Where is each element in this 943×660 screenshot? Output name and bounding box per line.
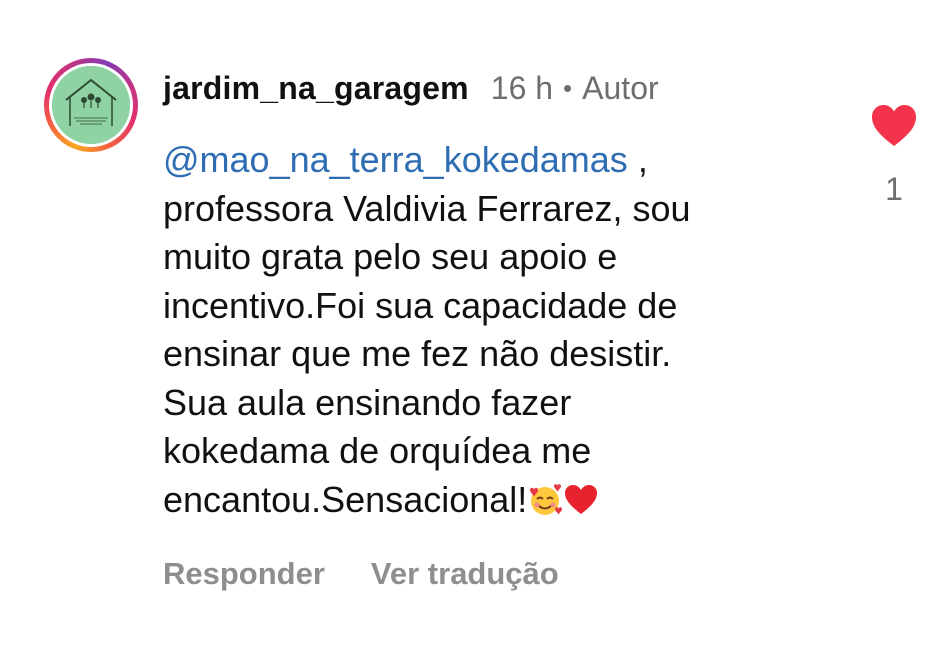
username[interactable]: jardim_na_garagem xyxy=(163,70,469,107)
red-heart-emoji-icon xyxy=(563,482,599,531)
see-translation-button[interactable]: Ver tradução xyxy=(371,556,559,592)
comment-text: @mao_na_terra_kokedamas , professora Val… xyxy=(163,136,803,530)
comment-line: ensinar que me fez não desistir. xyxy=(163,333,672,374)
smiling-face-with-hearts-emoji-icon xyxy=(527,482,563,531)
comment-line: Sua aula ensinando fazer xyxy=(163,381,572,423)
reply-button[interactable]: Responder xyxy=(163,556,325,592)
separator-dot: • xyxy=(563,72,573,103)
mention-link[interactable]: @mao_na_terra_kokedamas xyxy=(163,139,628,180)
avatar-border xyxy=(49,63,133,147)
comment-line: professora Valdivia Ferrarez, sou xyxy=(163,187,691,229)
avatar-story-ring[interactable] xyxy=(44,58,138,152)
comment-actions: Responder Ver tradução xyxy=(163,556,559,592)
garden-logo-avatar-icon xyxy=(52,66,130,144)
avatar[interactable] xyxy=(52,66,130,144)
comment-line: kokedama de orquídea me xyxy=(163,430,592,471)
like-count: 1 xyxy=(885,171,903,207)
comment-line: muito grata pelo seu apoio e xyxy=(163,236,618,277)
heart-icon[interactable] xyxy=(870,104,918,153)
comment-line: , xyxy=(627,139,648,180)
comment-header: jardim_na_garagem 16 h • Autor xyxy=(163,68,659,108)
author-badge: Autor xyxy=(582,69,659,106)
comment-line: encantou.Sensacional! xyxy=(163,478,528,520)
like-control: 1 xyxy=(864,104,924,208)
comment-time: 16 h xyxy=(490,69,554,106)
comment-line: incentivo.Foi sua capacidade de xyxy=(163,284,678,326)
